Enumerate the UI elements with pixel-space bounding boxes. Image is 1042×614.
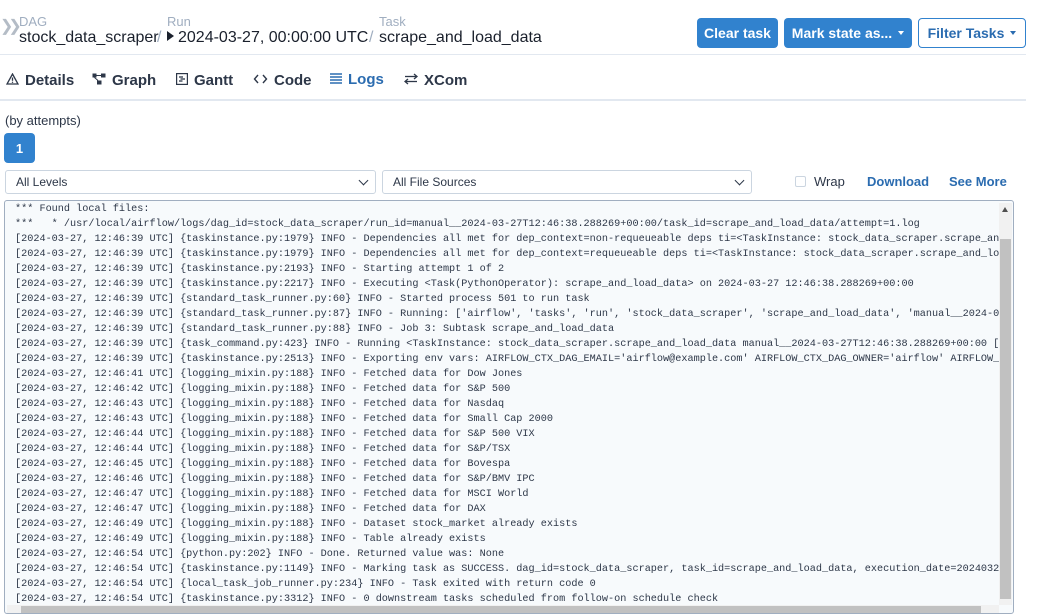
log-line: [2024-03-27, 12:46:49 UTC] {logging_mixi… (15, 534, 486, 545)
tab-details[interactable]: Details (5, 60, 75, 100)
download-link[interactable]: Download (867, 174, 929, 189)
log-level-select[interactable]: All Levels (5, 170, 376, 194)
attempts-label: (by attempts) (5, 113, 81, 128)
tab-xcom[interactable]: XCom (403, 60, 468, 100)
filter-tasks-button[interactable]: Filter Tasks (918, 18, 1026, 48)
tab-logs-label: Logs (348, 71, 384, 88)
see-more-link[interactable]: See More (949, 174, 1007, 189)
warning-triangle-icon (5, 72, 20, 89)
log-line: [2024-03-27, 12:46:39 UTC] {taskinstance… (15, 279, 914, 290)
mark-state-label: Mark state as... (791, 25, 893, 41)
play-arrow-icon (167, 31, 174, 41)
breadcrumb-run-value: 2024-03-27, 00:00:00 UTC (178, 29, 369, 46)
task-tabs: Details Graph Gantt Code Logs XCom (0, 60, 1026, 101)
caret-down-icon (1010, 31, 1017, 35)
log-line: [2024-03-27, 12:46:46 UTC] {logging_mixi… (15, 474, 535, 485)
log-line: [2024-03-27, 12:46:39 UTC] {taskinstance… (15, 234, 1000, 245)
mark-state-button[interactable]: Mark state as... (784, 18, 912, 48)
clear-task-button[interactable]: Clear task (697, 18, 778, 48)
log-line: *** Found local files: (15, 204, 150, 215)
header-divider (0, 54, 1026, 55)
breadcrumb-run-value-wrap[interactable]: 2024-03-27, 00:00:00 UTC (167, 29, 368, 47)
tab-logs[interactable]: Logs (317, 60, 397, 101)
breadcrumb-dag-label: DAG (19, 14, 48, 29)
log-line: [2024-03-27, 12:46:39 UTC] {task_command… (15, 339, 1000, 350)
log-line: [2024-03-27, 12:46:43 UTC] {logging_mixi… (15, 399, 505, 410)
log-line: [2024-03-27, 12:46:42 UTC] {logging_mixi… (15, 384, 511, 395)
logs-icon (330, 71, 342, 88)
vertical-scrollbar[interactable] (999, 203, 1012, 605)
horizontal-scrollbar-thumb[interactable] (21, 606, 981, 613)
breadcrumb-task-label: Task (379, 14, 406, 29)
file-source-select[interactable]: All File Sources (382, 170, 752, 194)
code-icon (253, 72, 268, 89)
tab-gantt-label: Gantt (194, 71, 234, 89)
breadcrumb-separator: / (369, 29, 374, 46)
attempt-1-button[interactable]: 1 (4, 133, 35, 163)
log-line: [2024-03-27, 12:46:49 UTC] {logging_mixi… (15, 519, 578, 530)
graph-icon (92, 72, 106, 89)
file-source-value: All File Sources (393, 175, 477, 189)
tab-xcom-label: XCom (424, 71, 468, 89)
wrap-label[interactable]: Wrap (814, 174, 845, 189)
breadcrumb-dag[interactable]: DAG stock_data_scraper (19, 15, 159, 47)
log-line: [2024-03-27, 12:46:39 UTC] {standard_tas… (15, 324, 615, 335)
log-line: [2024-03-27, 12:46:54 UTC] {local_task_j… (15, 579, 596, 590)
tab-gantt[interactable]: Gantt (176, 60, 233, 100)
log-line: [2024-03-27, 12:46:39 UTC] {standard_tas… (15, 309, 1000, 320)
log-line: [2024-03-27, 12:46:47 UTC] {logging_mixi… (15, 489, 529, 500)
breadcrumb-task-value[interactable]: scrape_and_load_data (379, 29, 542, 47)
tab-graph[interactable]: Graph (92, 60, 156, 100)
wrap-checkbox[interactable] (795, 176, 806, 187)
scroll-up-arrow-icon[interactable] (1002, 207, 1008, 212)
xcom-arrows-icon (403, 72, 419, 89)
log-line: [2024-03-27, 12:46:47 UTC] {logging_mixi… (15, 504, 486, 515)
log-viewer[interactable]: *** Found local files: *** * /usr/local/a… (4, 200, 1014, 614)
breadcrumb-run-label: Run (167, 14, 191, 29)
gantt-icon (176, 72, 189, 89)
log-line: [2024-03-27, 12:46:39 UTC] {taskinstance… (15, 264, 505, 275)
log-line: [2024-03-27, 12:46:39 UTC] {taskinstance… (15, 354, 1000, 365)
tab-code[interactable]: Code (253, 60, 312, 100)
tab-code-label: Code (274, 71, 312, 89)
filter-tasks-label: Filter Tasks (927, 25, 1005, 41)
breadcrumb-separator: / (157, 29, 162, 46)
breadcrumb-run[interactable]: Run 2024-03-27, 00:00:00 UTC (167, 15, 368, 47)
log-line: [2024-03-27, 12:46:39 UTC] {taskinstance… (15, 249, 1000, 260)
collapse-chevrons-icon[interactable]: ❯❯ (0, 16, 22, 36)
clear-task-label: Clear task (704, 25, 771, 41)
vertical-scrollbar-thumb[interactable] (1000, 239, 1011, 599)
log-line: [2024-03-27, 12:46:54 UTC] {python.py:20… (15, 549, 505, 560)
log-text: *** Found local files: *** * /usr/local/a… (15, 202, 1000, 607)
chevron-down-icon (358, 175, 369, 186)
tab-details-label: Details (25, 71, 75, 89)
horizontal-scrollbar[interactable] (7, 605, 999, 613)
tab-graph-label: Graph (112, 71, 157, 89)
log-line: [2024-03-27, 12:46:44 UTC] {logging_mixi… (15, 429, 535, 440)
log-line: *** * /usr/local/airflow/logs/dag_id=sto… (15, 219, 920, 230)
caret-down-icon (898, 31, 905, 35)
log-line: [2024-03-27, 12:46:45 UTC] {logging_mixi… (15, 459, 511, 470)
log-line: [2024-03-27, 12:46:43 UTC] {logging_mixi… (15, 414, 553, 425)
log-level-value: All Levels (16, 175, 68, 189)
log-line: [2024-03-27, 12:46:54 UTC] {taskinstance… (15, 564, 1000, 575)
attempt-number: 1 (15, 140, 24, 156)
log-line: [2024-03-27, 12:46:41 UTC] {logging_mixi… (15, 369, 523, 380)
breadcrumb-dag-value[interactable]: stock_data_scraper (19, 29, 159, 47)
tabs-divider (0, 99, 1026, 101)
chevron-down-icon (734, 175, 745, 186)
log-line: [2024-03-27, 12:46:39 UTC] {standard_tas… (15, 294, 590, 305)
log-line: [2024-03-27, 12:46:44 UTC] {logging_mixi… (15, 444, 511, 455)
breadcrumb-task[interactable]: Task scrape_and_load_data (379, 15, 542, 47)
